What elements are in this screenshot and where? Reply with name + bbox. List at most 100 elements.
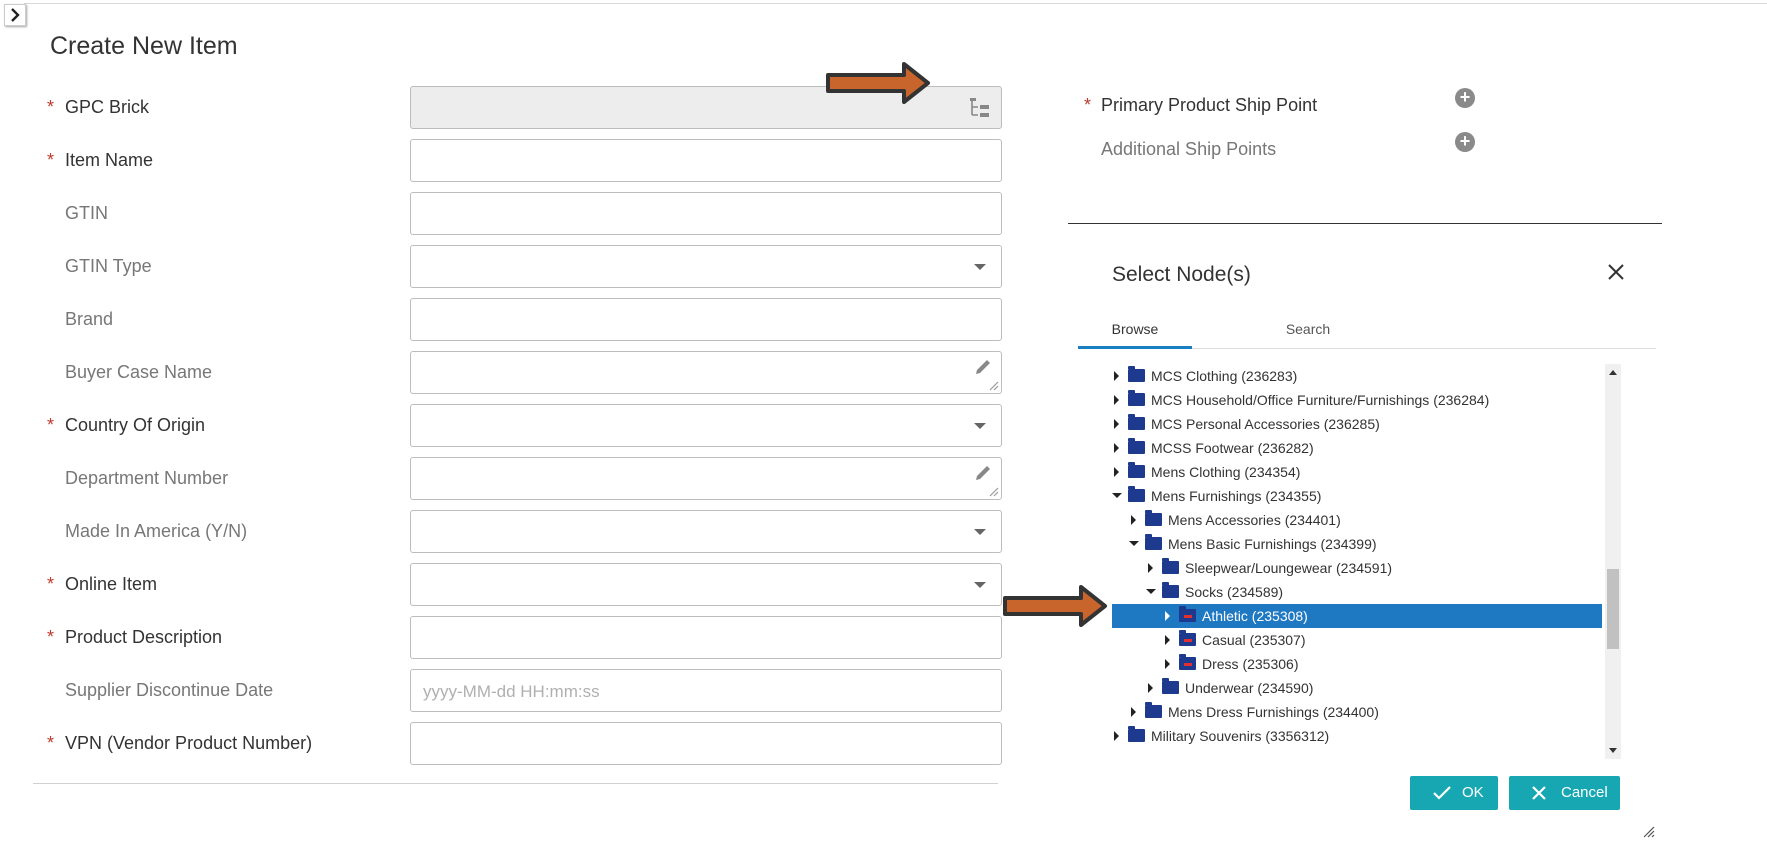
tree-node-label: Socks (234589) — [1185, 584, 1284, 600]
product-description-input[interactable] — [410, 616, 1002, 659]
field-label: Country Of Origin — [65, 415, 206, 435]
gtin-input[interactable] — [410, 192, 1002, 235]
panel-expand-button[interactable] — [4, 4, 26, 26]
expand-arrow-icon[interactable] — [1165, 659, 1170, 669]
field-label: GTIN — [65, 203, 108, 223]
required-marker: * — [47, 97, 55, 117]
scroll-up-icon[interactable] — [1609, 370, 1617, 375]
tree-node-label: Mens Clothing (234354) — [1151, 464, 1301, 480]
folder-icon — [1128, 414, 1145, 430]
scroll-down-icon[interactable] — [1609, 748, 1617, 753]
department-number-textarea[interactable] — [410, 457, 1002, 500]
scroll-thumb[interactable] — [1607, 569, 1619, 649]
tab-search[interactable]: Search — [1263, 311, 1353, 349]
tree-node[interactable]: Socks (234589) — [1112, 580, 1602, 604]
tree-node[interactable]: Mens Dress Furnishings (234400) — [1112, 700, 1602, 724]
tree-node[interactable]: MCS Clothing (236283) — [1112, 364, 1602, 388]
tree-node-label: MCS Personal Accessories (236285) — [1151, 416, 1380, 432]
expand-arrow-icon[interactable] — [1114, 443, 1119, 453]
folder-icon — [1162, 582, 1179, 598]
collapse-arrow-icon[interactable] — [1146, 589, 1156, 594]
tree-node[interactable]: Dress (235306) — [1112, 652, 1602, 676]
pencil-icon[interactable] — [973, 463, 993, 483]
expand-arrow-icon[interactable] — [1114, 419, 1119, 429]
expand-arrow-icon[interactable] — [1131, 515, 1136, 525]
item-name-input[interactable] — [410, 139, 1002, 182]
tree-node-selected[interactable]: Athletic (235308) — [1112, 604, 1602, 628]
resize-grip-icon[interactable] — [987, 379, 999, 391]
field-label: Brand — [65, 309, 114, 329]
expand-arrow-icon[interactable] — [1114, 467, 1119, 477]
tree-node[interactable]: Underwear (234590) — [1112, 676, 1602, 700]
tree-node[interactable]: MCSS Footwear (236282) — [1112, 436, 1602, 460]
folder-icon — [1128, 366, 1145, 382]
online-item-select[interactable] — [410, 563, 1002, 606]
folder-icon — [1145, 702, 1162, 718]
page-root: Create New Item * GPC Brick * Item Name … — [0, 0, 1767, 843]
buyer-case-name-textarea[interactable] — [410, 351, 1002, 394]
field-label: Online Item — [65, 574, 158, 594]
tree-scrollbar[interactable] — [1605, 364, 1621, 759]
expand-arrow-icon[interactable] — [1148, 563, 1153, 573]
supplier-discontinue-date-input[interactable]: yyyy-MM-dd HH:mm:ss — [410, 669, 1002, 712]
field-label: GPC Brick — [65, 97, 150, 117]
tree-node[interactable]: Mens Furnishings (234355) — [1112, 484, 1602, 508]
add-additional-ship-point-icon[interactable]: + — [1455, 132, 1475, 152]
tree-node-label: MCSS Footwear (236282) — [1151, 440, 1314, 456]
tree-node[interactable]: Military Souvenirs (3356312) — [1112, 724, 1602, 748]
tree-node[interactable]: MCS Household/Office Furniture/Furnishin… — [1112, 388, 1602, 412]
form-row-gtin-type: GTIN Type — [0, 245, 1010, 289]
expand-arrow-icon[interactable] — [1148, 683, 1153, 693]
required-marker: * — [47, 627, 55, 647]
ok-button-label: OK — [1462, 784, 1484, 801]
resize-grip-icon[interactable] — [987, 485, 999, 497]
field-label: Product Description — [65, 627, 223, 647]
tree-node-label: Mens Basic Furnishings (234399) — [1168, 536, 1377, 552]
expand-arrow-icon[interactable] — [1131, 707, 1136, 717]
cancel-button[interactable]: Cancel — [1509, 776, 1620, 810]
gtin-type-select[interactable] — [410, 245, 1002, 288]
vpn-input[interactable] — [410, 722, 1002, 765]
caret-down-icon — [974, 264, 986, 270]
top-divider — [24, 3, 1767, 4]
check-icon — [1433, 786, 1451, 800]
tree-node[interactable]: MCS Personal Accessories (236285) — [1112, 412, 1602, 436]
collapse-arrow-icon[interactable] — [1112, 493, 1122, 498]
made-in-america-select[interactable] — [410, 510, 1002, 553]
form-row-brand: Brand — [0, 298, 1010, 342]
expand-arrow-icon[interactable] — [1114, 731, 1119, 741]
close-icon[interactable] — [1604, 260, 1628, 284]
collapse-arrow-icon[interactable] — [1129, 541, 1139, 546]
form-bottom-divider — [33, 783, 998, 784]
expand-arrow-icon[interactable] — [1114, 371, 1119, 381]
form-row-buyer-case-name: Buyer Case Name — [0, 351, 1010, 395]
expand-arrow-icon[interactable] — [1165, 635, 1170, 645]
required-marker: * — [47, 415, 55, 435]
pencil-icon[interactable] — [973, 357, 993, 377]
form-row-online-item: * Online Item — [0, 563, 1010, 607]
field-label: Item Name — [65, 150, 154, 170]
expand-arrow-icon[interactable] — [1165, 611, 1170, 621]
tree-picker-icon[interactable] — [967, 96, 993, 120]
expand-arrow-icon[interactable] — [1114, 395, 1119, 405]
country-of-origin-select[interactable] — [410, 404, 1002, 447]
tree-node[interactable]: Mens Accessories (234401) — [1112, 508, 1602, 532]
add-primary-ship-point-icon[interactable]: + — [1455, 88, 1475, 108]
field-label: Buyer Case Name — [65, 362, 213, 382]
brand-input[interactable] — [410, 298, 1002, 341]
form-row-product-description: * Product Description — [0, 616, 1010, 660]
folder-icon — [1179, 630, 1196, 646]
form-row-department-number: Department Number — [0, 457, 1010, 501]
ok-button[interactable]: OK — [1410, 776, 1498, 810]
tree-node[interactable]: Mens Basic Furnishings (234399) — [1112, 532, 1602, 556]
folder-icon — [1162, 678, 1179, 694]
tree-node-label: Mens Accessories (234401) — [1168, 512, 1341, 528]
tree-node[interactable]: Mens Clothing (234354) — [1112, 460, 1602, 484]
tree-node[interactable]: Sleepwear/Loungewear (234591) — [1112, 556, 1602, 580]
required-marker: * — [47, 733, 55, 753]
tree-node[interactable]: Casual (235307) — [1112, 628, 1602, 652]
folder-icon — [1145, 534, 1162, 550]
close-icon — [1532, 786, 1546, 800]
tab-browse[interactable]: Browse — [1078, 311, 1192, 349]
dialog-resize-grip-icon[interactable] — [1641, 824, 1655, 838]
